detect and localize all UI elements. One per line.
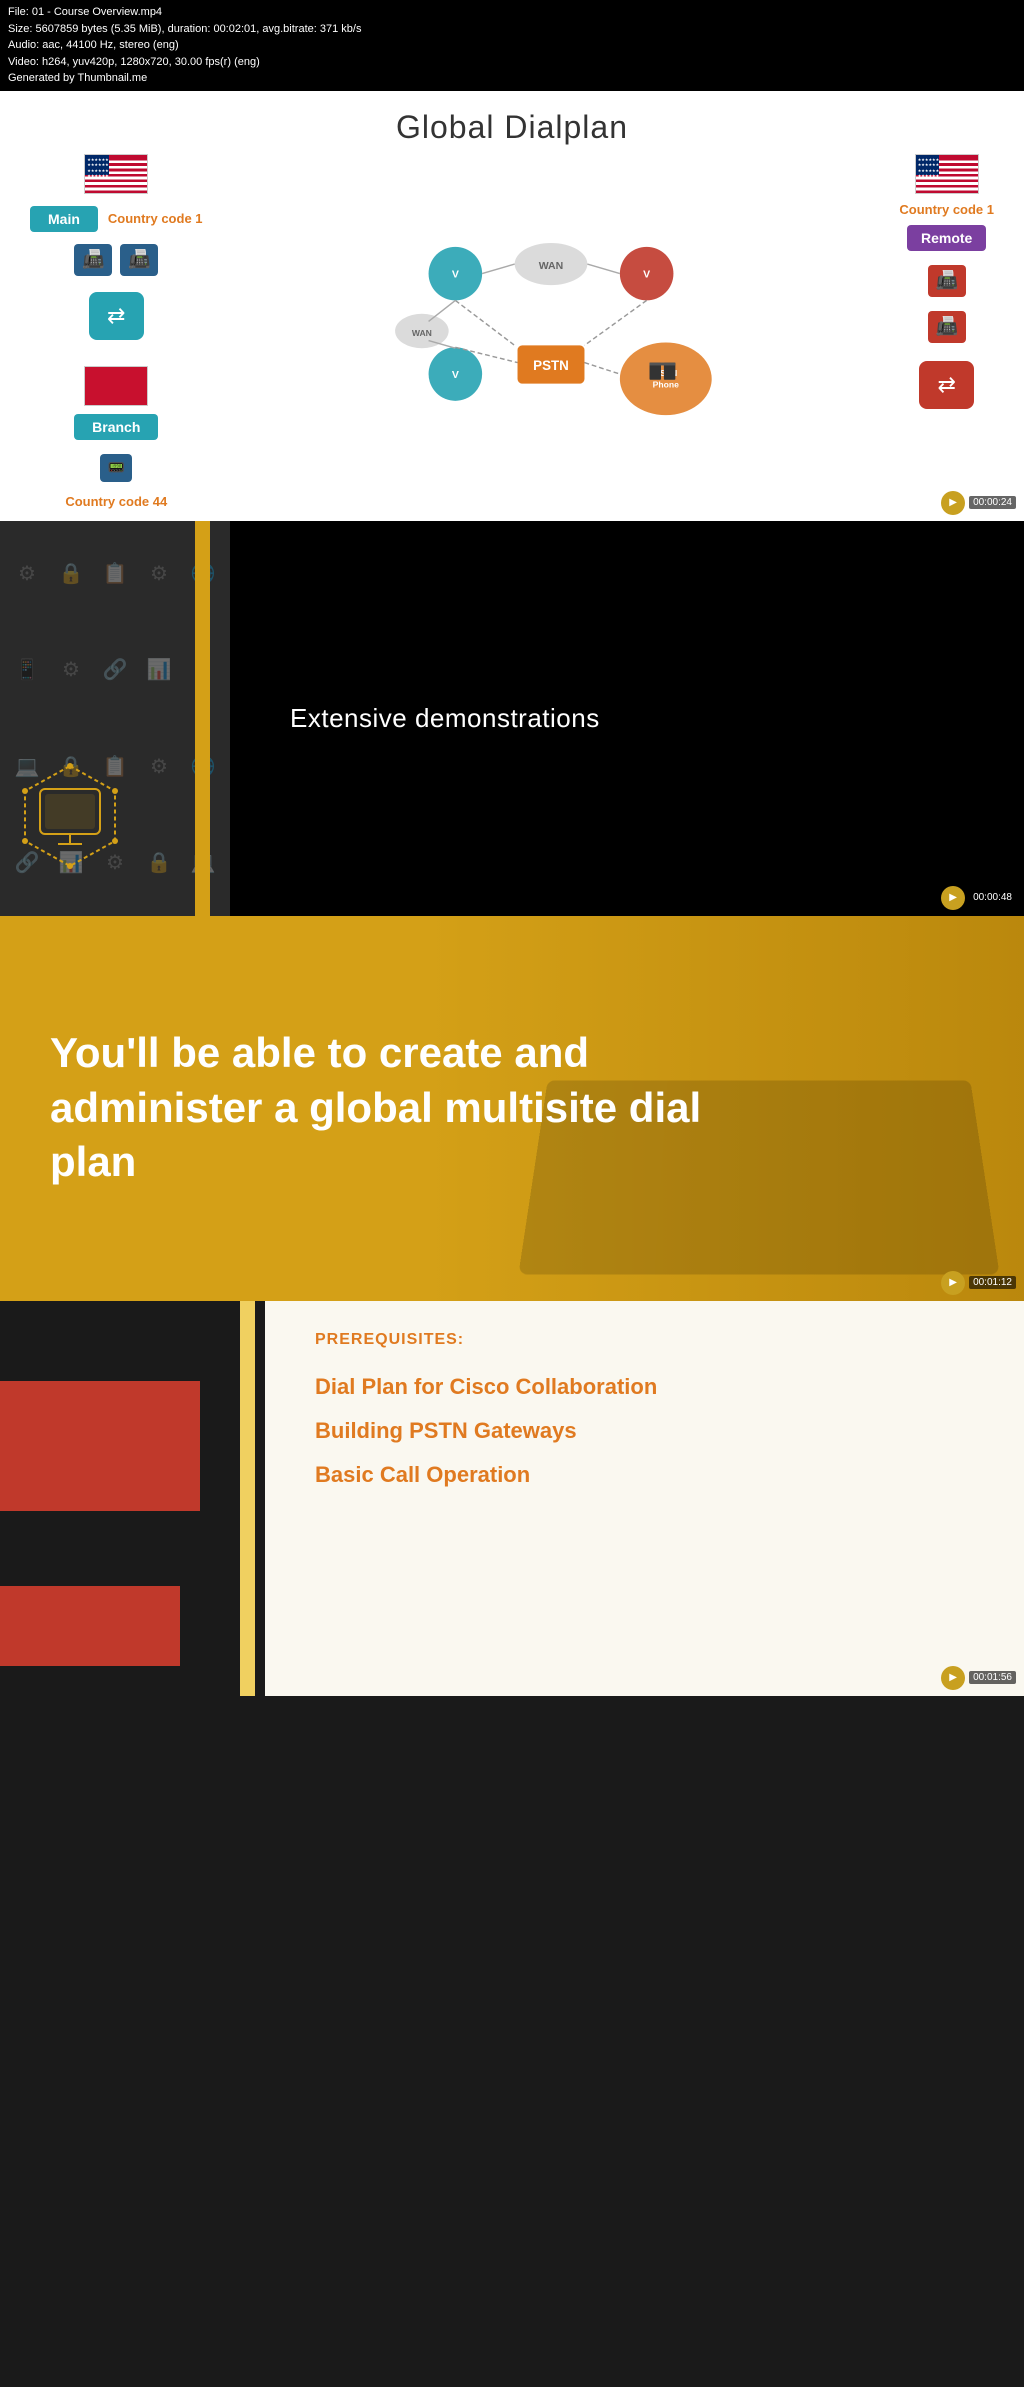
- tech-icon-4: ⚙: [142, 531, 176, 617]
- device-icon-right-2: 📠: [928, 311, 966, 343]
- robot-icon: [15, 761, 125, 871]
- svg-text:Phone: Phone: [653, 379, 679, 389]
- prerequisites-label: PREREQUISITES:: [315, 1331, 974, 1349]
- dialplan-slide-bg: Global Dialplan Main Country code 1 📠: [0, 91, 1024, 521]
- device-icon-right-1: 📠: [928, 265, 966, 297]
- prereq-right-panel: PREREQUISITES: Dial Plan for Cisco Colla…: [265, 1301, 1024, 1696]
- slide1-timestamp-overlay[interactable]: ▶ 00:00:24: [941, 491, 1016, 515]
- slide-yellow-section: You'll be able to create and administer …: [0, 916, 1024, 1301]
- prereq-item-2[interactable]: Building PSTN Gateways: [315, 1418, 974, 1444]
- branch-device: 📟: [100, 454, 132, 482]
- file-info-line2: Size: 5607859 bytes (5.35 MiB), duration…: [8, 21, 1016, 38]
- right-router-icon: ⇄: [919, 361, 974, 409]
- slide-prereq: PREREQUISITES: Dial Plan for Cisco Colla…: [0, 1301, 1024, 1696]
- tech-icon-2: 🔒: [54, 531, 88, 617]
- demo-gold-bar: [195, 521, 210, 916]
- tech-icon-19: 🔒: [142, 819, 176, 905]
- right-devices: 📠: [928, 265, 966, 297]
- file-info-bar: File: 01 - Course Overview.mp4 Size: 560…: [0, 0, 1024, 91]
- left-devices-top: 📠 📠: [74, 244, 158, 276]
- yellow-slide-text: You'll be able to create and administer …: [50, 1026, 750, 1190]
- device-icon-1: 📠: [74, 244, 112, 276]
- svg-text:V: V: [452, 268, 459, 280]
- prereq-slide: PREREQUISITES: Dial Plan for Cisco Colla…: [0, 1301, 1024, 1696]
- demo-left-panel: ⚙ 🔒 📋 ⚙ 🌐 📱 ⚙ 🔗 📊 ⚙ 💻 🔒 📋 ⚙ 🌐 🔗 📊 ⚙ 🔒: [0, 521, 230, 916]
- tech-icon-6: 📱: [10, 627, 44, 713]
- svg-text:WAN: WAN: [539, 260, 564, 272]
- file-info-line3: Audio: aac, 44100 Hz, stereo (eng): [8, 37, 1016, 54]
- right-device-2: 📠: [928, 311, 966, 343]
- dialplan-content: Main Country code 1 📠 📠 ⇄ B: [0, 146, 1024, 517]
- slide1-timestamp: 00:00:24: [969, 496, 1016, 509]
- slide2-timestamp: 00:00:48: [969, 891, 1016, 904]
- dialplan-title: Global Dialplan: [0, 91, 1024, 146]
- network-diagram: V V WAN V WAN PSTN: [361, 221, 741, 441]
- branch-row: [84, 366, 148, 406]
- device-icon-2: 📠: [120, 244, 158, 276]
- flag-us-left: [84, 154, 148, 194]
- main-block: Main: [30, 206, 98, 232]
- tech-icon-14: ⚙: [142, 723, 176, 809]
- prereq-item-1[interactable]: Dial Plan for Cisco Collaboration: [315, 1374, 974, 1400]
- tech-icon-3: 📋: [98, 531, 132, 617]
- country-code-left-top: Country code 1: [108, 211, 203, 226]
- tech-icon-1: ⚙: [10, 531, 44, 617]
- file-info-line5: Generated by Thumbnail.me: [8, 70, 1016, 87]
- demo-right-panel: Extensive demonstrations: [230, 521, 1024, 916]
- slide4-timestamp: 00:01:56: [969, 1671, 1016, 1684]
- prereq-red-block-top: [0, 1381, 200, 1511]
- country-code-right-top: Country code 1: [899, 202, 994, 217]
- slide3-timestamp-overlay[interactable]: ▶ 00:01:12: [941, 1271, 1016, 1295]
- left-router: ⇄: [89, 292, 144, 340]
- svg-text:V: V: [643, 268, 650, 280]
- prereq-gold-bar: [240, 1301, 255, 1696]
- demo-text: Extensive demonstrations: [290, 703, 600, 734]
- robot-container: [15, 761, 125, 876]
- remote-label: Remote: [907, 225, 986, 251]
- prereq-item-3[interactable]: Basic Call Operation: [315, 1462, 974, 1488]
- slide4-timestamp-overlay[interactable]: ▶ 00:01:56: [941, 1666, 1016, 1690]
- branch-label-row: Branch: [74, 414, 158, 440]
- slide2-play-button[interactable]: ▶: [941, 886, 965, 910]
- prereq-red-block-bottom: [0, 1586, 180, 1666]
- demo-slide: ⚙ 🔒 📋 ⚙ 🌐 📱 ⚙ 🔗 📊 ⚙ 💻 🔒 📋 ⚙ 🌐 🔗 📊 ⚙ 🔒: [0, 521, 1024, 916]
- tech-icon-9: 📊: [142, 627, 176, 713]
- slide3-play-button[interactable]: ▶: [941, 1271, 965, 1295]
- left-router-icon: ⇄: [89, 292, 144, 340]
- flag-uk: [84, 366, 148, 406]
- dialplan-right: Country code 1 Remote 📠 📠 ⇄: [899, 154, 994, 509]
- main-label: Main: [30, 206, 98, 232]
- left-top-row: [84, 154, 148, 194]
- slide-dialplan: Global Dialplan Main Country code 1 📠: [0, 91, 1024, 521]
- slide2-timestamp-overlay[interactable]: ▶ 00:00:48: [941, 886, 1016, 910]
- slide4-play-button[interactable]: ▶: [941, 1666, 965, 1690]
- file-info-line1: File: 01 - Course Overview.mp4: [8, 4, 1016, 21]
- svg-text:WAN: WAN: [412, 328, 432, 338]
- svg-text:V: V: [452, 369, 459, 381]
- branch-device-icon: 📟: [100, 454, 132, 482]
- slide-yellow: You'll be able to create and administer …: [0, 916, 1024, 1301]
- prereq-left-panel: [0, 1301, 265, 1696]
- slide1-play-button[interactable]: ▶: [941, 491, 965, 515]
- svg-text:PSTN: PSTN: [533, 358, 569, 373]
- country-code-left-bottom: Country code 44: [65, 494, 167, 509]
- tech-icon-8: 🔗: [98, 627, 132, 713]
- dialplan-left: Main Country code 1 📠 📠 ⇄ B: [30, 154, 203, 509]
- slide-demo: ⚙ 🔒 📋 ⚙ 🌐 📱 ⚙ 🔗 📊 ⚙ 💻 🔒 📋 ⚙ 🌐 🔗 📊 ⚙ 🔒: [0, 521, 1024, 916]
- dialplan-center: V V WAN V WAN PSTN: [203, 154, 900, 509]
- file-info-line4: Video: h264, yuv420p, 1280x720, 30.00 fp…: [8, 54, 1016, 71]
- flag-us-right: [915, 154, 979, 194]
- tech-icon-7: ⚙: [54, 627, 88, 713]
- slide3-timestamp: 00:01:12: [969, 1276, 1016, 1289]
- main-row: Main Country code 1: [30, 206, 203, 232]
- branch-label: Branch: [74, 414, 158, 440]
